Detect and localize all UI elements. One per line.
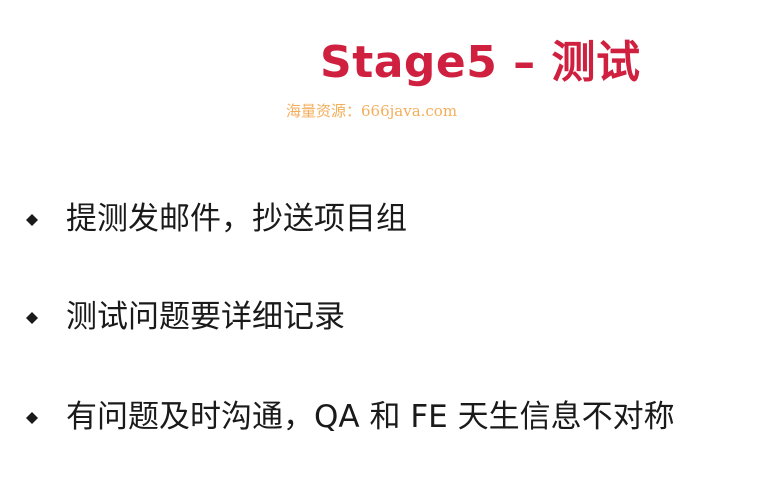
bullet-item: 有问题及时沟通，QA 和 FE 天生信息不对称 bbox=[24, 402, 675, 433]
bullet-item: 提测发邮件，抄送项目组 bbox=[24, 204, 407, 235]
diamond-bullet-icon bbox=[24, 410, 40, 426]
slide: Stage5 – 测试 海量资源：666java.com 提测发邮件，抄送项目组… bbox=[0, 0, 777, 486]
bullet-list: 提测发邮件，抄送项目组 测试问题要详细记录 有问题及时沟通，QA 和 FE 天生… bbox=[0, 0, 777, 486]
bullet-item: 测试问题要详细记录 bbox=[24, 302, 345, 333]
diamond-bullet-icon bbox=[24, 310, 40, 326]
diamond-bullet-icon bbox=[24, 212, 40, 228]
bullet-text: 测试问题要详细记录 bbox=[66, 299, 345, 335]
bullet-text: 提测发邮件，抄送项目组 bbox=[66, 201, 407, 237]
bullet-text: 有问题及时沟通，QA 和 FE 天生信息不对称 bbox=[66, 399, 675, 435]
